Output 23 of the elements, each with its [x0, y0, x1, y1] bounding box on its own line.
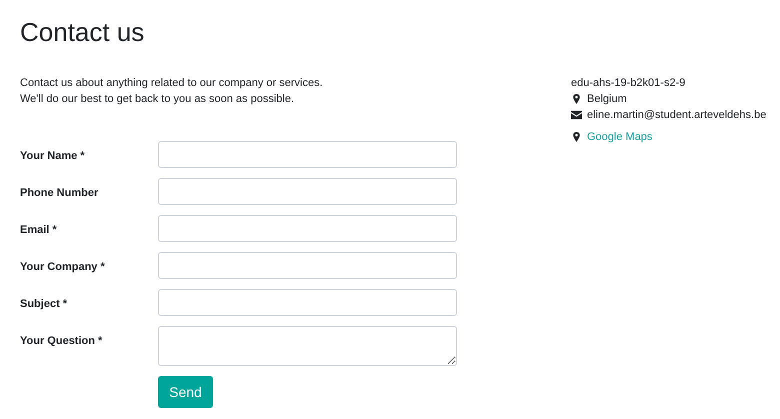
field-label: Your Question *: [20, 334, 104, 349]
field-label: Your Name *: [20, 149, 86, 164]
input-field[interactable]: [158, 178, 457, 205]
email-text: eline.martin@student.arteveldehs.be: [587, 108, 766, 123]
send-button[interactable]: Send: [158, 376, 213, 408]
intro-text: We'll do our best to get back to you as soon as possible.: [20, 92, 296, 107]
field-label: Phone Number: [20, 186, 100, 201]
intro-text: Contact us about anything related to our company or services.: [20, 76, 324, 91]
text-area[interactable]: [158, 326, 457, 366]
contact-text: edu-ahs-19-b2k01-s2-9: [571, 76, 686, 91]
location-pin-icon: [571, 132, 582, 142]
input-field[interactable]: [158, 289, 457, 316]
input-field[interactable]: [158, 252, 457, 279]
location-pin-icon: [571, 94, 582, 104]
field-label: Email *: [20, 223, 58, 238]
map-link[interactable]: Google Maps: [587, 129, 652, 145]
field-label: Subject *: [20, 297, 68, 312]
page-title: Contact us: [20, 16, 146, 48]
field-label: Your Company *: [20, 260, 106, 275]
input-field[interactable]: [158, 215, 457, 242]
envelope-icon: [571, 110, 582, 120]
input-field[interactable]: [158, 141, 457, 168]
location-text: Belgium: [587, 92, 627, 107]
